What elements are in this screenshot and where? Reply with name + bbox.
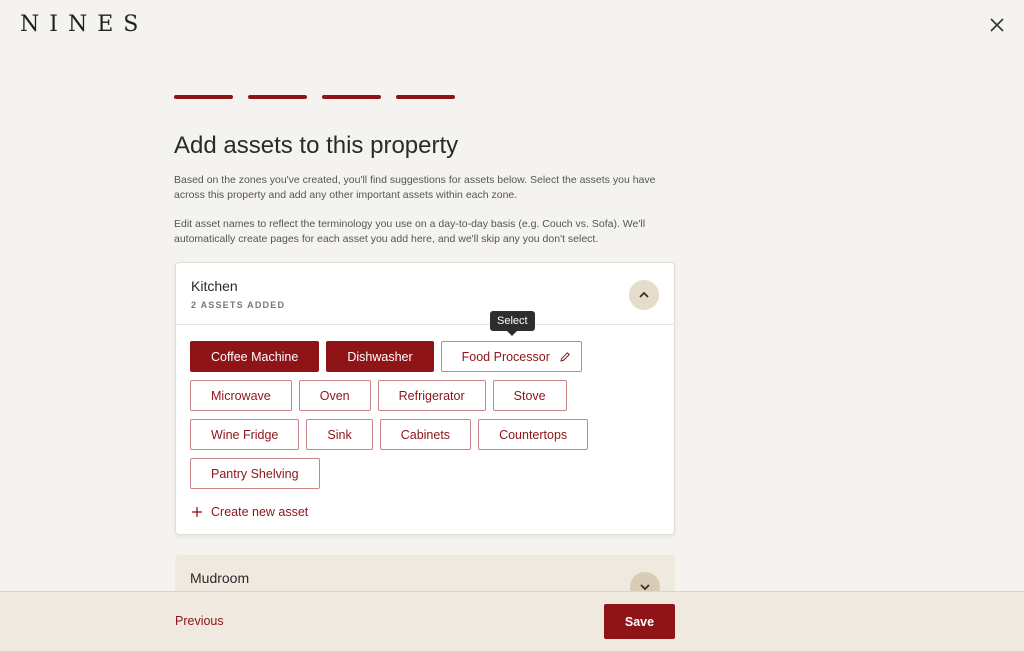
footer-bar: Previous Save bbox=[0, 591, 1024, 651]
nines-logo: NINES bbox=[20, 12, 149, 37]
page-title: Add assets to this property bbox=[174, 132, 459, 159]
asset-chip-cabinets[interactable]: Cabinets bbox=[379, 419, 472, 450]
assets-added-count: 2 ASSETS ADDED bbox=[191, 300, 286, 310]
zone-card-kitchen: Kitchen 2 ASSETS ADDED Coffee Machine Di… bbox=[175, 262, 675, 535]
description-paragraph: Based on the zones you've created, you'l… bbox=[174, 174, 656, 201]
progress-steps bbox=[174, 95, 455, 99]
chevron-up-icon bbox=[639, 291, 649, 298]
progress-step bbox=[248, 95, 307, 99]
asset-chip-wine-fridge[interactable]: Wine Fridge bbox=[190, 419, 300, 450]
asset-chip-dishwasher[interactable]: Dishwasher bbox=[326, 341, 434, 372]
asset-chip-list: Coffee Machine Dishwasher Food Processor… bbox=[190, 341, 670, 489]
progress-step bbox=[174, 95, 233, 99]
create-new-asset-label: Create new asset bbox=[211, 505, 309, 519]
collapse-button[interactable] bbox=[629, 280, 659, 310]
description-paragraph: Edit asset names to reflect the terminol… bbox=[174, 218, 646, 245]
close-icon[interactable] bbox=[986, 14, 1008, 36]
asset-chip-food-processor[interactable]: Food Processor bbox=[440, 341, 582, 372]
asset-chip-pantry-shelving[interactable]: Pantry Shelving bbox=[190, 458, 320, 489]
plus-icon bbox=[192, 507, 202, 517]
pencil-icon[interactable] bbox=[559, 351, 571, 363]
previous-button[interactable]: Previous bbox=[175, 614, 224, 628]
asset-chip-stove[interactable]: Stove bbox=[492, 380, 567, 411]
asset-chip-microwave[interactable]: Microwave bbox=[190, 380, 292, 411]
save-button[interactable]: Save bbox=[604, 604, 675, 639]
progress-step bbox=[322, 95, 381, 99]
asset-chip-oven[interactable]: Oven bbox=[298, 380, 371, 411]
asset-chip-refrigerator[interactable]: Refrigerator bbox=[377, 380, 486, 411]
zone-name: Mudroom bbox=[190, 570, 250, 586]
asset-chip-coffee-machine[interactable]: Coffee Machine bbox=[190, 341, 320, 372]
zone-name: Kitchen bbox=[191, 278, 238, 294]
asset-chip-countertops[interactable]: Countertops bbox=[478, 419, 589, 450]
create-new-asset-button[interactable]: Create new asset bbox=[191, 505, 308, 519]
select-tooltip: Select bbox=[490, 311, 535, 336]
asset-chip-sink[interactable]: Sink bbox=[306, 419, 373, 450]
progress-step bbox=[396, 95, 455, 99]
zone-card-header[interactable]: Kitchen 2 ASSETS ADDED bbox=[176, 263, 674, 325]
